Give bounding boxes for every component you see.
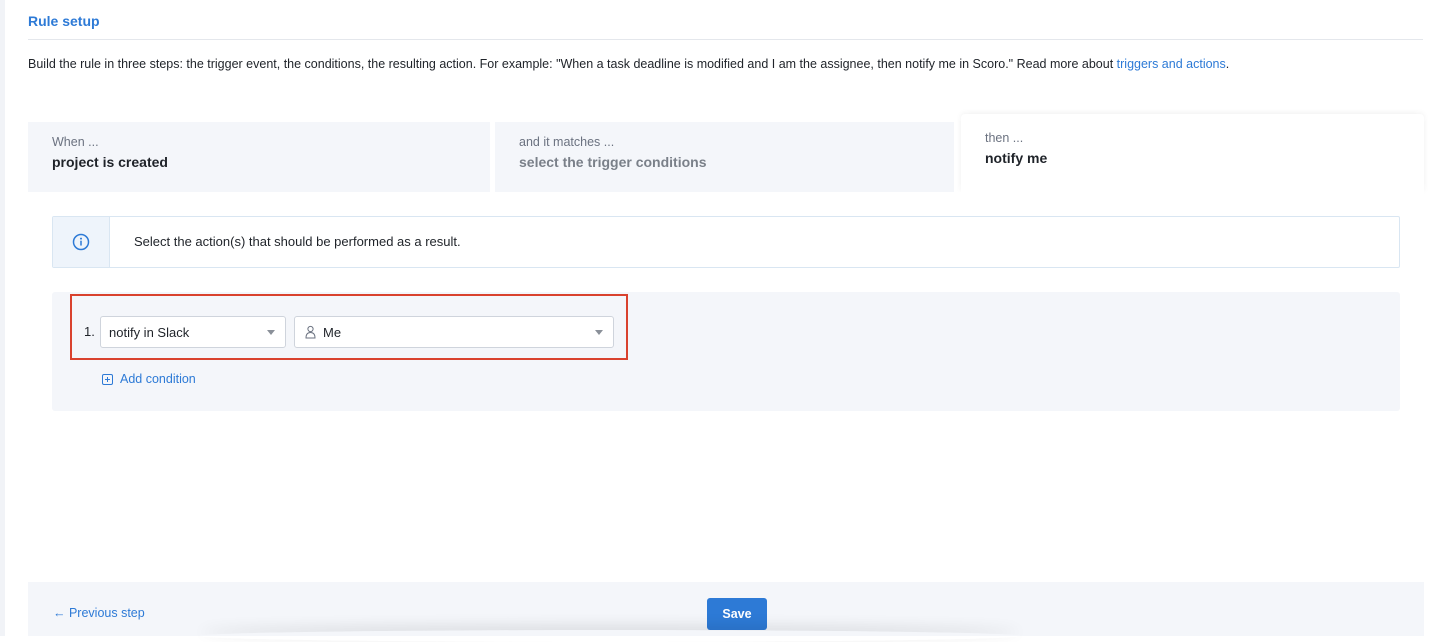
action-type-select[interactable]: notify in Slack xyxy=(100,316,286,348)
triggers-and-actions-link[interactable]: triggers and actions xyxy=(1117,57,1226,71)
info-icon xyxy=(72,233,90,251)
step-action-kicker: then ... xyxy=(985,131,1024,145)
left-edge-strip xyxy=(0,0,5,636)
description-text: Build the rule in three steps: the trigg… xyxy=(28,57,1117,71)
page-title: Rule setup xyxy=(28,13,100,29)
action-row-number: 1. xyxy=(84,324,95,339)
chevron-down-icon xyxy=(267,330,275,335)
step-trigger-value: project is created xyxy=(52,154,168,170)
title-divider xyxy=(28,39,1423,40)
step-trigger-kicker: When ... xyxy=(52,135,99,149)
step-conditions-value: select the trigger conditions xyxy=(519,154,707,170)
footer-bar: ← Previous step Save xyxy=(28,582,1424,636)
plus-square-icon xyxy=(102,373,113,385)
info-icon-cell xyxy=(53,217,110,267)
bottom-shadow xyxy=(200,630,1020,642)
rule-description: Build the rule in three steps: the trigg… xyxy=(28,57,1229,71)
add-condition-label: Add condition xyxy=(120,372,196,386)
step-trigger[interactable]: When ... project is created xyxy=(28,122,490,192)
step-action-value: notify me xyxy=(985,150,1048,166)
info-text: Select the action(s) that should be perf… xyxy=(134,234,461,249)
info-message: Select the action(s) that should be perf… xyxy=(52,216,1400,268)
recipient-select[interactable]: Me xyxy=(294,316,614,348)
actions-list: 1. notify in Slack Me Add condition xyxy=(52,292,1400,411)
chevron-down-icon xyxy=(595,330,603,335)
previous-step-link[interactable]: ← Previous step xyxy=(53,606,145,620)
save-button[interactable]: Save xyxy=(707,598,767,630)
description-suffix: . xyxy=(1225,57,1230,71)
action-panel: Select the action(s) that should be perf… xyxy=(28,192,1424,582)
step-conditions[interactable]: and it matches ... select the trigger co… xyxy=(495,122,954,192)
action-type-value: notify in Slack xyxy=(109,325,190,340)
recipient-value: Me xyxy=(323,325,342,340)
add-condition-button[interactable]: Add condition xyxy=(102,372,196,386)
rule-steps: When ... project is created and it match… xyxy=(28,114,1424,192)
step-conditions-kicker: and it matches ... xyxy=(519,135,615,149)
step-action[interactable]: then ... notify me xyxy=(961,114,1424,192)
user-icon xyxy=(305,325,316,339)
